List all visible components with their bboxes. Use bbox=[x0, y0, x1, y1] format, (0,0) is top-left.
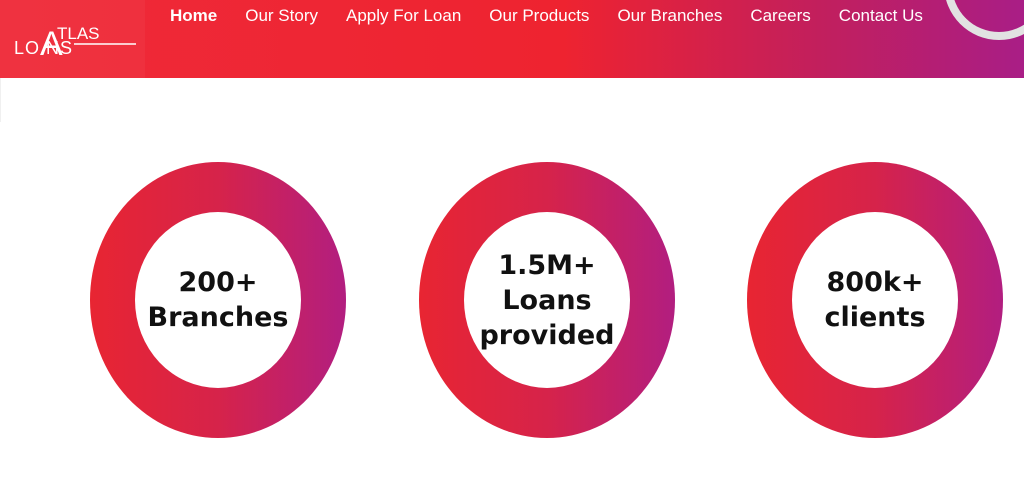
logo-block[interactable]: TLAS LO NS A bbox=[0, 0, 145, 78]
atlas-loans-logo: TLAS LO NS A bbox=[14, 24, 136, 62]
site-header: TLAS LO NS A Home Our Story Apply For Lo… bbox=[0, 0, 1024, 78]
nav-contact-us[interactable]: Contact Us bbox=[825, 5, 937, 27]
stat-clients-text: 800k+ clients bbox=[824, 267, 926, 333]
stat-loans-text: 1.5M+ Loans provided bbox=[479, 249, 615, 351]
stat-ring-clients: 800k+ clients bbox=[747, 162, 1003, 438]
stat-ring-loans: 1.5M+ Loans provided bbox=[419, 162, 675, 438]
header-sub-strip bbox=[0, 78, 1024, 122]
nav-home[interactable]: Home bbox=[156, 5, 231, 27]
stat-inner: 1.5M+ Loans provided bbox=[464, 212, 630, 388]
stat-ring-branches: 200+ Branches bbox=[90, 162, 346, 438]
nav-our-branches[interactable]: Our Branches bbox=[603, 5, 736, 27]
logo-big-letter: A bbox=[40, 25, 63, 62]
stat-inner: 200+ Branches bbox=[135, 212, 301, 388]
nav-apply-for-loan[interactable]: Apply For Loan bbox=[332, 5, 475, 27]
stat-branches-text: 200+ Branches bbox=[147, 267, 289, 333]
nav-our-story[interactable]: Our Story bbox=[231, 5, 332, 27]
nav-careers[interactable]: Careers bbox=[736, 5, 824, 27]
main-nav: Home Our Story Apply For Loan Our Produc… bbox=[156, 5, 937, 27]
decorative-arc bbox=[944, 0, 1024, 40]
stat-inner: 800k+ clients bbox=[792, 212, 958, 388]
nav-our-products[interactable]: Our Products bbox=[475, 5, 603, 27]
stats-section: 200+ Branches 1.5M+ Loans provided 800k+… bbox=[0, 150, 1024, 450]
